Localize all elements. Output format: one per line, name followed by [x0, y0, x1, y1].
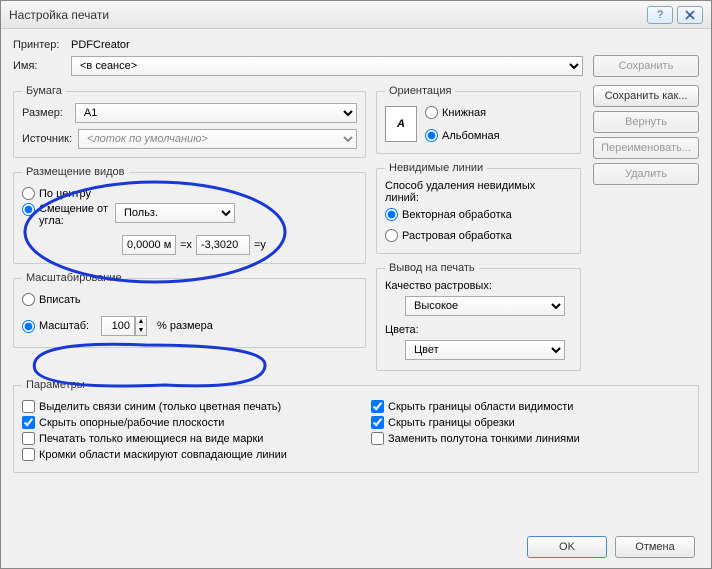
output-group: Вывод на печать Качество растровых: Высо…: [376, 262, 581, 371]
opt7-label: Заменить полутона тонкими линиями: [388, 433, 580, 445]
titlebar: Настройка печати ?: [1, 1, 711, 29]
orientation-group: Ориентация A Книжная Альбомная: [376, 85, 581, 154]
offset-mode-select[interactable]: Польз.: [115, 203, 235, 223]
save-as-button[interactable]: Сохранить как...: [593, 85, 699, 107]
hidden-mode-label: Способ удаления невидимых линий:: [385, 180, 572, 204]
opt3-check[interactable]: [22, 432, 35, 445]
opt3-label: Печатать только имеющиеся на виде марки: [39, 433, 263, 445]
source-select[interactable]: <лоток по умолчанию>: [78, 129, 357, 149]
opt7-check[interactable]: [371, 432, 384, 445]
hidden-group: Невидимые линии Способ удаления невидимы…: [376, 162, 581, 254]
scale-legend: Масштабирование: [22, 272, 126, 284]
delete-button[interactable]: Удалить: [593, 163, 699, 185]
colors-select[interactable]: Цвет: [405, 340, 565, 360]
landscape-label: Альбомная: [442, 130, 500, 142]
offset-x-input[interactable]: [122, 235, 176, 255]
opt4-label: Кромки области маскируют совпадающие лин…: [39, 449, 287, 461]
vector-label: Векторная обработка: [402, 209, 512, 221]
size-select[interactable]: A1: [75, 103, 357, 123]
hidden-legend: Невидимые линии: [385, 162, 487, 174]
options-legend: Параметры: [22, 379, 89, 391]
size-label: Размер:: [22, 107, 69, 119]
center-radio[interactable]: [22, 187, 35, 200]
ok-button[interactable]: OK: [527, 536, 607, 558]
landscape-radio[interactable]: [425, 129, 438, 142]
output-legend: Вывод на печать: [385, 262, 479, 274]
opt2-check[interactable]: [22, 416, 35, 429]
opt6-label: Скрыть границы обрезки: [388, 417, 515, 429]
printer-label: Принтер:: [13, 39, 65, 51]
opt1-label: Выделить связи синим (только цветная печ…: [39, 401, 281, 413]
zoom-spinner[interactable]: ▲▼: [135, 316, 147, 336]
opt2-label: Скрыть опорные/рабочие плоскости: [39, 417, 224, 429]
x-suffix: =x: [180, 239, 192, 251]
dialog-title: Настройка печати: [9, 8, 643, 22]
zoom-label: Масштаб:: [39, 320, 97, 332]
offset-label: Смещение от угла:: [39, 203, 111, 227]
placement-group: Размещение видов По центру Смещение от у…: [13, 166, 366, 264]
paper-legend: Бумага: [22, 85, 66, 97]
printer-value: PDFCreator: [71, 39, 130, 51]
y-suffix: =y: [254, 239, 266, 251]
opt6-check[interactable]: [371, 416, 384, 429]
name-select[interactable]: <в сеансе>: [71, 56, 583, 76]
offset-y-input[interactable]: [196, 235, 250, 255]
cancel-button[interactable]: Отмена: [615, 536, 695, 558]
fit-label: Вписать: [39, 294, 81, 306]
rename-button[interactable]: Переименовать...: [593, 137, 699, 159]
zoom-input[interactable]: [101, 316, 135, 336]
orientation-preview-icon: A: [385, 106, 417, 142]
options-group: Параметры Выделить связи синим (только ц…: [13, 379, 699, 473]
zoom-suffix: % размера: [157, 320, 213, 332]
vector-radio[interactable]: [385, 208, 398, 221]
raster-label: Растровая обработка: [402, 230, 512, 242]
zoom-radio[interactable]: [22, 320, 35, 333]
help-button[interactable]: ?: [647, 6, 673, 24]
offset-radio[interactable]: [22, 203, 35, 216]
colors-label: Цвета:: [385, 324, 572, 336]
raster-radio[interactable]: [385, 229, 398, 242]
placement-legend: Размещение видов: [22, 166, 129, 178]
source-label: Источник:: [22, 133, 72, 145]
scale-group: Масштабирование Вписать Масштаб: ▲▼ % ра…: [13, 272, 366, 348]
opt5-label: Скрыть границы области видимости: [388, 401, 573, 413]
orientation-legend: Ориентация: [385, 85, 455, 97]
quality-label: Качество растровых:: [385, 280, 572, 292]
portrait-label: Книжная: [442, 107, 486, 119]
save-button[interactable]: Сохранить: [593, 55, 699, 77]
fit-radio[interactable]: [22, 293, 35, 306]
opt5-check[interactable]: [371, 400, 384, 413]
revert-button[interactable]: Вернуть: [593, 111, 699, 133]
close-button[interactable]: [677, 6, 703, 24]
paper-group: Бумага Размер: A1 Источник: <лоток по ум…: [13, 85, 366, 158]
opt4-check[interactable]: [22, 448, 35, 461]
opt1-check[interactable]: [22, 400, 35, 413]
center-label: По центру: [39, 188, 91, 200]
portrait-radio[interactable]: [425, 106, 438, 119]
quality-select[interactable]: Высокое: [405, 296, 565, 316]
name-label: Имя:: [13, 60, 65, 72]
